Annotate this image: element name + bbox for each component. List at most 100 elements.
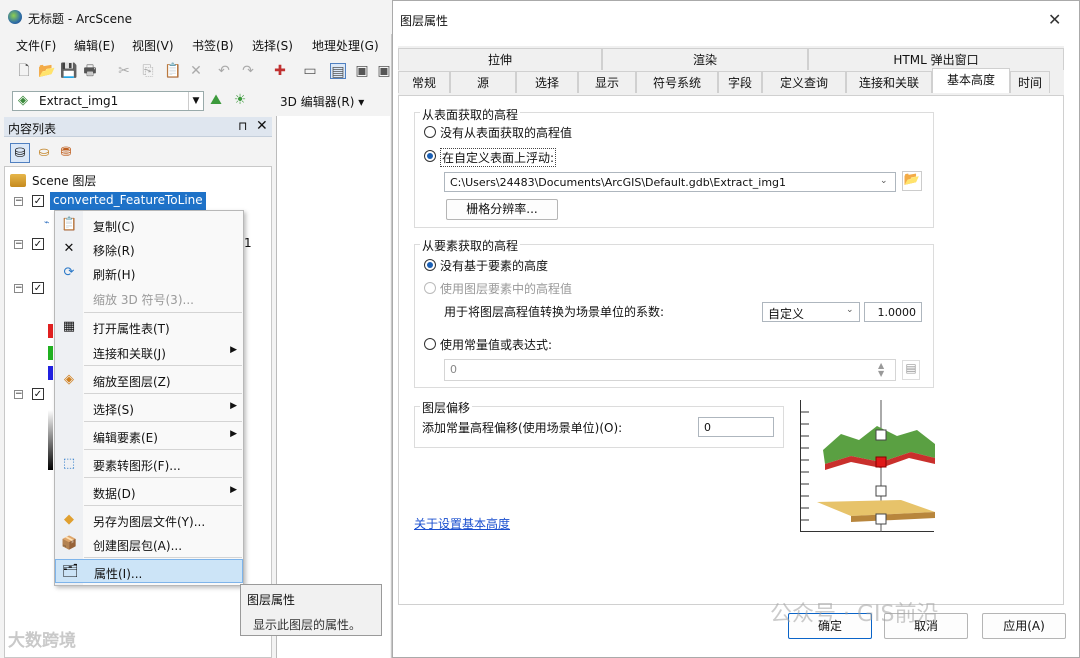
menu-separator [84,449,242,450]
apply-button[interactable]: 应用(A) [982,613,1066,639]
browse-folder-icon[interactable]: 📂 [902,171,922,191]
chevron-down-icon[interactable]: ⌄ [880,176,888,186]
layer-visibility-checkbox[interactable]: ✓ [32,388,44,400]
menu-item-zoom-to-layer[interactable]: ◈ 缩放至图层(Z) [55,368,243,392]
properties-icon: 🗂 [62,564,79,579]
layer-offset-input[interactable]: 0 [698,417,774,437]
tab-extrusion[interactable]: 拉伸 [398,48,602,70]
menu-edit[interactable]: 编辑(E) [74,37,115,54]
menu-item-properties[interactable]: 🗂 属性(I)... [55,559,243,583]
menu-item-label: 另存为图层文件(Y)... [93,515,206,529]
menu-item-scale-3d-symbols[interactable]: 缩放 3D 符号(3)... [55,286,243,310]
layer-combo[interactable]: Extract_img1 [12,91,204,111]
menu-item-label: 缩放至图层(Z) [93,375,171,389]
menu-separator [84,505,242,506]
selected-layer-label[interactable]: converted_FeatureToLine [50,192,206,210]
conversion-factor-input[interactable]: 1.0000 [864,302,922,322]
menu-view[interactable]: 视图(V) [132,37,174,54]
tab-definition-query[interactable]: 定义查询 [762,71,846,93]
collapse-icon[interactable]: − [14,284,23,293]
radio-no-surface-elevation[interactable] [424,126,436,138]
layer-visibility-checkbox[interactable]: ✓ [32,238,44,250]
radio-float-on-surface[interactable] [424,150,436,162]
add-data-icon[interactable]: ✚ [272,63,288,79]
menu-geoprocessing[interactable]: 地理处理(G) [312,37,379,54]
layer-visibility-checkbox[interactable]: ✓ [32,282,44,294]
menu-item-convert-features-to-graphics[interactable]: ⬚ 要素转图形(F)... [55,452,243,476]
menu-item-label: 打开属性表(T) [93,322,170,336]
delete-icon[interactable]: ✕ [188,63,204,79]
menu-separator [84,557,242,558]
menu-separator [84,477,242,478]
tab-general[interactable]: 常规 [398,71,450,93]
menu-item-copy[interactable]: 📋 复制(C) [55,213,243,237]
expression-input[interactable]: 0 [444,359,896,381]
menu-item-save-as-layer-file[interactable]: ◆ 另存为图层文件(Y)... [55,508,243,532]
tab-time[interactable]: 时间 [1010,71,1050,93]
menu-item-joins-relates[interactable]: 连接和关联(J) ▶ [55,340,243,364]
surface-path-dropdown[interactable]: C:\Users\24483\Documents\ArcGIS\Default.… [444,172,896,192]
chart-icon[interactable]: ▭ [302,63,318,79]
spinner-icon[interactable]: ▲ ▼ [878,362,884,378]
collapse-icon[interactable]: − [14,390,23,399]
tab-symbology[interactable]: 符号系统 [636,71,718,93]
save-icon[interactable]: 💾 [60,63,77,79]
chevron-down-icon[interactable]: ▼ [188,92,203,110]
chevron-down-icon[interactable]: ⌄ [846,305,854,315]
radio-constant-or-expression[interactable] [424,338,436,350]
menu-separator [84,365,242,366]
tab-fields[interactable]: 字段 [718,71,762,93]
pin-icon[interactable]: ⊓ [238,119,247,133]
3d-editor-menu[interactable]: 3D 编辑器(R) ▾ [280,93,364,110]
collapse-icon[interactable]: − [14,197,23,206]
radio-no-feature-heights[interactable] [424,259,436,271]
radio-float-on-surface-label: 在自定义表面上浮动: [440,148,557,167]
menu-item-open-attribute-table[interactable]: ▦ 打开属性表(T) [55,315,243,339]
menu-item-remove[interactable]: ✕ 移除(R) [55,237,243,261]
copy-icon[interactable]: ⎘ [140,63,156,79]
brightness-tool-icon[interactable]: ☀ [232,92,248,108]
tab-source[interactable]: 源 [450,71,516,93]
paste-icon[interactable]: 📋 [164,63,181,79]
tab-selection[interactable]: 选择 [516,71,578,93]
new-document-icon[interactable]: 🗋 [16,63,32,79]
list-by-visibility-icon[interactable]: ⛃ [56,143,76,163]
menu-file[interactable]: 文件(F) [16,37,56,54]
tab-html-popup[interactable]: HTML 弹出窗口 [808,48,1064,70]
layer-visibility-checkbox[interactable]: ✓ [32,195,44,207]
undo-icon[interactable]: ↶ [216,63,232,79]
redo-icon[interactable]: ↷ [240,63,256,79]
raster-resolution-button[interactable]: 栅格分辨率... [446,199,558,220]
print-icon[interactable]: 🖶 [82,63,98,79]
menu-bookmarks[interactable]: 书签(B) [192,37,234,54]
menu-item-data[interactable]: 数据(D) ▶ [55,480,243,504]
expression-builder-icon[interactable]: ▤ [902,360,920,380]
remove-icon: ✕ [63,241,75,256]
scene-view[interactable] [276,116,390,658]
menu-item-refresh[interactable]: ⟳ 刷新(H) [55,261,243,285]
cut-icon[interactable]: ✂ [116,63,132,79]
contrast-tool-icon[interactable]: ⛰ [208,92,224,108]
menu-selection[interactable]: 选择(S) [252,37,293,54]
list-by-drawing-order-icon[interactable]: ⛁ [10,143,30,163]
tab-display[interactable]: 显示 [578,71,636,93]
toc-window-icon[interactable]: ▤ [330,63,346,80]
search-window-icon[interactable]: ▣ [376,63,392,79]
tab-base-heights[interactable]: 基本高度 [932,68,1010,93]
tab-joins-relates[interactable]: 连接和关联 [846,71,932,93]
close-icon[interactable]: ✕ [256,118,268,134]
menu-item-selection[interactable]: 选择(S) ▶ [55,396,243,420]
list-by-source-icon[interactable]: ⛀ [34,143,54,163]
open-folder-icon[interactable]: 📂 [38,63,55,79]
radio-use-layer-elevation[interactable] [424,282,436,294]
about-base-heights-link[interactable]: 关于设置基本高度 [414,515,510,532]
menu-bar: 文件(F) 编辑(E) 视图(V) 书签(B) 选择(S) 地理处理(G) [0,34,392,56]
menu-item-edit-features[interactable]: 编辑要素(E) ▶ [55,424,243,448]
layer-package-icon: 📦 [61,536,78,551]
menu-item-create-layer-package[interactable]: 📦 创建图层包(A)... [55,532,243,556]
catalog-icon[interactable]: ▣ [354,63,370,79]
legend-swatch-blue [48,366,53,380]
tab-rendering[interactable]: 渲染 [602,48,808,70]
collapse-icon[interactable]: − [14,240,23,249]
close-icon[interactable]: ✕ [1048,10,1061,29]
